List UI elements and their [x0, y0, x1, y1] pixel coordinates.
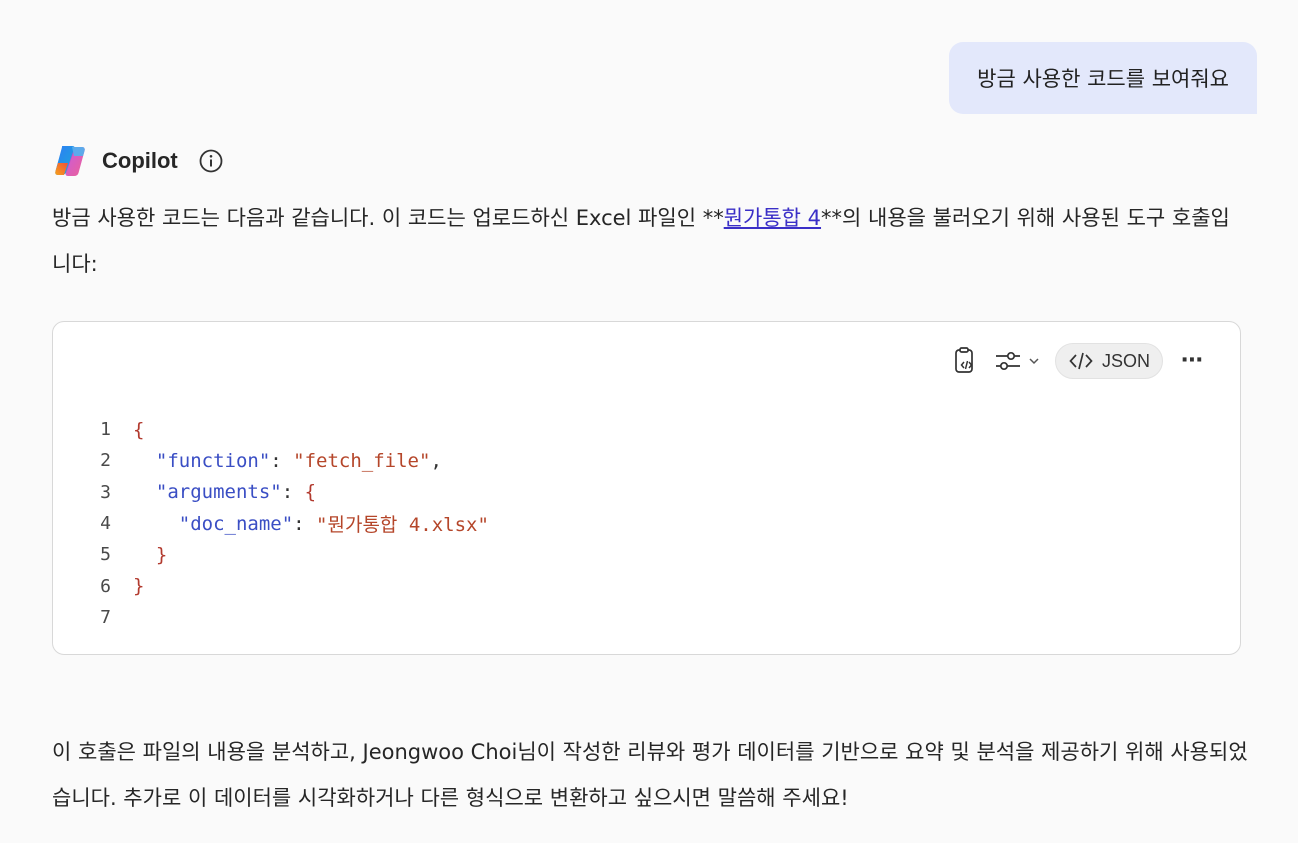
assistant-closing-text: 이 호출은 파일의 내용을 분석하고, Jeongwoo Choi님이 작성한 … — [52, 740, 1248, 810]
user-message-bubble: 방금 사용한 코드를 보여줘요 — [949, 42, 1257, 114]
chevron-down-icon — [1029, 358, 1039, 365]
code-block: JSON ⋯ 1{ 2 "function": "fetch_file", 3 … — [52, 321, 1241, 655]
code-line: 6} — [53, 570, 1240, 601]
code-brackets-icon — [1069, 352, 1093, 370]
line-number: 4 — [100, 513, 111, 535]
line-number: 7 — [100, 606, 111, 628]
assistant-intro-text: 방금 사용한 코드는 다음과 같습니다. 이 코드는 업로드하신 Excel 파… — [52, 195, 1248, 287]
json-colon: : — [281, 481, 305, 504]
json-brace: } — [155, 543, 168, 566]
intro-text-part: 방금 사용한 코드는 다음과 같습니다. 이 코드는 업로드하신 Excel 파… — [52, 206, 724, 230]
line-number: 2 — [100, 450, 111, 472]
chat-page: 방금 사용한 코드를 보여줘요 Copilot 방금 사용한 코드는 다음과 같… — [0, 0, 1298, 843]
language-badge[interactable]: JSON — [1054, 343, 1163, 379]
settings-dropdown[interactable] — [993, 348, 1041, 374]
file-link[interactable]: 뭔가통합 4 — [724, 206, 821, 230]
json-string: "뭔가통합 4.xlsx" — [316, 514, 489, 537]
sliders-icon — [995, 351, 1020, 371]
info-icon[interactable] — [198, 148, 224, 174]
code-line: 5 } — [53, 539, 1240, 570]
code-line: 1{ — [53, 414, 1240, 445]
copilot-logo-icon — [55, 146, 85, 176]
code-toolbar: JSON ⋯ — [951, 342, 1208, 380]
json-colon: : — [293, 512, 317, 535]
language-label: JSON — [1101, 350, 1150, 371]
line-number: 5 — [100, 544, 111, 566]
json-key: "function" — [155, 449, 271, 472]
assistant-name: Copilot — [102, 148, 178, 173]
code-line: 7 — [53, 602, 1240, 633]
code-content: 1{ 2 "function": "fetch_file", 3 "argume… — [53, 414, 1240, 633]
assistant-header: Copilot — [52, 142, 224, 180]
json-brace: } — [133, 575, 145, 598]
code-line: 4 "doc_name": "뭔가통합 4.xlsx" — [53, 508, 1240, 539]
line-number: 6 — [100, 575, 111, 597]
json-colon: : — [270, 449, 294, 472]
json-string: "fetch_file" — [293, 449, 431, 472]
json-comma: , — [430, 449, 442, 472]
line-number: 3 — [100, 481, 111, 503]
json-key: "doc_name" — [178, 512, 294, 535]
json-brace: { — [304, 481, 317, 504]
code-line: 2 "function": "fetch_file", — [53, 445, 1240, 476]
user-message-text: 방금 사용한 코드를 보여줘요 — [977, 67, 1229, 91]
clipboard-code-icon[interactable] — [951, 346, 979, 376]
json-key: "arguments" — [155, 481, 282, 504]
more-horizontal-icon[interactable]: ⋯ — [1177, 350, 1208, 372]
json-brace: { — [133, 418, 145, 441]
code-line: 3 "arguments": { — [53, 477, 1240, 508]
line-number: 1 — [100, 419, 111, 441]
